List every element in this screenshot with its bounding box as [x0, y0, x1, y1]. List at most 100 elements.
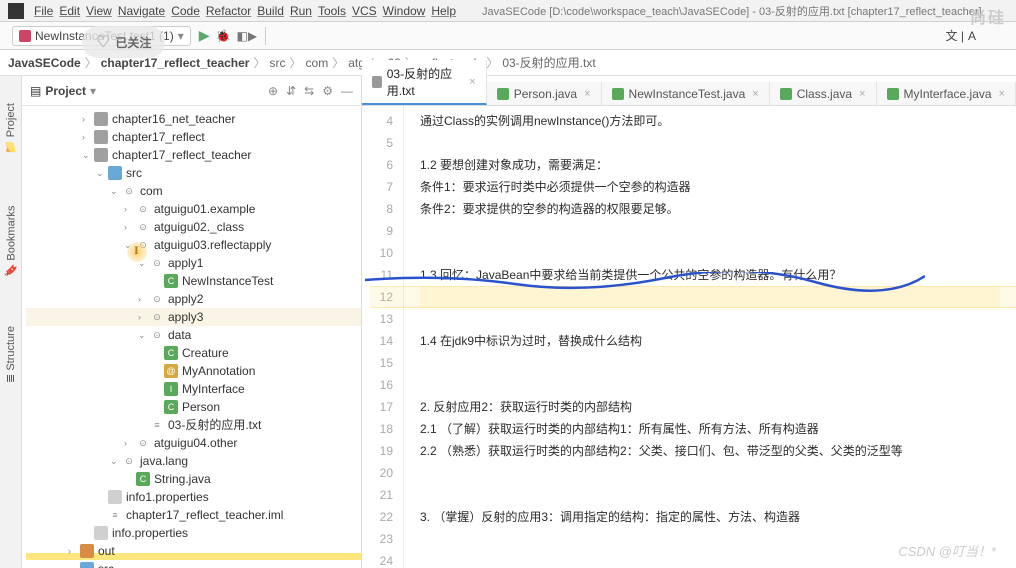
menu-help[interactable]: Help [431, 4, 456, 18]
tree-node[interactable]: ›⊙atguigu02._class [26, 218, 361, 236]
file-icon [612, 88, 624, 100]
tree-node[interactable]: ⌄⊙atguigu03.reflectapply [26, 236, 361, 254]
menu-vcs[interactable]: VCS [352, 4, 377, 18]
close-icon[interactable]: × [752, 88, 758, 100]
tree-node[interactable]: CCreature [26, 344, 361, 362]
tree-node[interactable]: ≡03-反射的应用.txt [26, 416, 361, 434]
editor-area: 03-反射的应用.txt×Person.java×NewInstanceTest… [362, 76, 1016, 568]
tree-node[interactable]: ⌄⊙apply1 [26, 254, 361, 272]
tree-node[interactable]: ⌄⊙data [26, 326, 361, 344]
code-line[interactable]: 1.4 在jdk9中标识为过时，替换成什么结构 [420, 330, 1000, 352]
tree-node[interactable]: @MyAnnotation [26, 362, 361, 380]
menu-navigate[interactable]: Navigate [118, 4, 165, 18]
chevron-down-icon[interactable]: ▾ [90, 84, 96, 98]
menu-build[interactable]: Build [257, 4, 284, 18]
code-line[interactable]: 3. （掌握）反射的应用3：调用指定的结构：指定的属性、方法、构造器 [420, 506, 1000, 528]
editor-tab[interactable]: Class.java× [770, 82, 877, 105]
close-icon[interactable]: × [584, 88, 590, 100]
csdn-watermark: CSDN @叮当！* [898, 541, 996, 560]
code-line[interactable]: 条件2：要求提供的空参的构造器的权限要足够。 [420, 198, 1000, 220]
structure-tool-tab[interactable]: ≣ Structure [4, 326, 17, 383]
tree-label: atguigu01.example [154, 200, 255, 218]
collapse-icon[interactable]: ⇆ [304, 84, 314, 98]
close-icon[interactable]: × [999, 88, 1005, 100]
code-line[interactable] [420, 132, 1000, 154]
tree-node[interactable]: CString.java [26, 470, 361, 488]
tree-node[interactable]: info1.properties [26, 488, 361, 506]
editor-tab[interactable]: NewInstanceTest.java× [602, 82, 770, 105]
tree-node[interactable]: IMyInterface [26, 380, 361, 398]
menu-window[interactable]: Window [383, 4, 426, 18]
tree-node[interactable]: ⌄⊙com [26, 182, 361, 200]
tree-node[interactable]: ›⊙atguigu01.example [26, 200, 361, 218]
project-tool-tab[interactable]: 📁 Project [4, 103, 17, 154]
editor-tab[interactable]: MyInterface.java× [877, 82, 1016, 105]
chevron-icon: ⌄ [110, 452, 122, 470]
run-button[interactable]: ▶ [199, 27, 210, 44]
code-line[interactable] [420, 308, 1000, 330]
code-line[interactable] [420, 286, 1000, 308]
tree-node[interactable]: ⌄chapter17_reflect_teacher [26, 146, 361, 164]
code-line[interactable]: 1.2 要想创建对象成功，需要满足： [420, 154, 1000, 176]
code-line[interactable] [420, 352, 1000, 374]
tree-node[interactable]: ›src [26, 560, 361, 568]
crumb-file[interactable]: 03-反射的应用.txt [502, 54, 595, 71]
code-line[interactable]: 2. 反射应用2：获取运行时类的内部结构 [420, 396, 1000, 418]
tree-label: atguigu03.reflectapply [154, 236, 271, 254]
tree-node[interactable]: ›chapter17_reflect [26, 128, 361, 146]
code-line[interactable] [420, 462, 1000, 484]
follow-badge[interactable]: ♡ 已关注 [82, 26, 165, 58]
menu-tools[interactable]: Tools [318, 4, 346, 18]
pkg-icon: ⊙ [122, 454, 136, 468]
expand-icon[interactable]: ⇵ [286, 84, 296, 98]
editor-tab[interactable]: 03-反射的应用.txt× [362, 60, 487, 105]
project-tree[interactable]: ›chapter16_net_teacher›chapter17_reflect… [22, 106, 361, 568]
pkg-icon: ⊙ [136, 436, 150, 450]
tree-node[interactable]: ⌄src [26, 164, 361, 182]
menu-view[interactable]: View [86, 4, 112, 18]
chevron-icon: › [124, 218, 136, 236]
code-content[interactable]: 通过Class的实例调用newInstance()方法即可。 1.2 要想创建对… [404, 106, 1016, 568]
code-line[interactable] [420, 374, 1000, 396]
tree-node[interactable]: CPerson [26, 398, 361, 416]
tree-label: Creature [182, 344, 229, 362]
code-line[interactable]: 通过Class的实例调用newInstance()方法即可。 [420, 110, 1000, 132]
menu-file[interactable]: File [34, 4, 53, 18]
tree-node[interactable]: ⌄⊙java.lang [26, 452, 361, 470]
menu-run[interactable]: Run [290, 4, 312, 18]
tree-node[interactable]: ›⊙apply2 [26, 290, 361, 308]
debug-button[interactable]: 🐞 [216, 29, 231, 43]
tree-node[interactable]: ›out [26, 542, 361, 560]
menu-edit[interactable]: Edit [59, 4, 80, 18]
close-icon[interactable]: × [469, 76, 475, 88]
crumb-pkg1[interactable]: com [306, 56, 329, 70]
bookmarks-tool-tab[interactable]: 🔖 Bookmarks [4, 206, 17, 278]
crumb-src[interactable]: src [270, 56, 286, 70]
menu-code[interactable]: Code [171, 4, 200, 18]
menu-refactor[interactable]: Refactor [206, 4, 251, 18]
tree-node[interactable]: ›chapter16_net_teacher [26, 110, 361, 128]
hide-icon[interactable]: — [341, 84, 353, 98]
folder-icon [94, 148, 108, 162]
gear-icon[interactable]: ⚙ [322, 84, 333, 98]
translate-button[interactable]: 文 | A [946, 27, 976, 44]
target-icon[interactable]: ⊕ [268, 84, 278, 98]
tree-node[interactable]: ›⊙apply3 [26, 308, 361, 326]
coverage-button[interactable]: ◧▶ [237, 29, 258, 43]
editor-tab[interactable]: Person.java× [487, 82, 602, 105]
tree-node[interactable]: info.properties [26, 524, 361, 542]
close-icon[interactable]: × [859, 88, 865, 100]
crumb-root[interactable]: JavaSECode [8, 56, 81, 70]
tree-node[interactable]: ›⊙atguigu04.other [26, 434, 361, 452]
tree-label: data [168, 326, 191, 344]
tree-node[interactable]: CNewInstanceTest [26, 272, 361, 290]
code-line[interactable]: 2.2 （熟悉）获取运行时类的内部结构2：父类、接口们、包、带泛型的父类、父类的… [420, 440, 1000, 462]
code-line[interactable] [420, 484, 1000, 506]
heart-icon: ♡ [96, 32, 110, 52]
code-line[interactable] [420, 242, 1000, 264]
code-line[interactable]: 2.1 （了解）获取运行时类的内部结构1：所有属性、所有方法、所有构造器 [420, 418, 1000, 440]
code-line[interactable] [420, 220, 1000, 242]
code-line[interactable]: 1.3 回忆：JavaBean中要求给当前类提供一个公共的空参的构造器。有什么用… [420, 264, 1000, 286]
code-line[interactable]: 条件1：要求运行时类中必须提供一个空参的构造器 [420, 176, 1000, 198]
tree-node[interactable]: ≡chapter17_reflect_teacher.iml [26, 506, 361, 524]
